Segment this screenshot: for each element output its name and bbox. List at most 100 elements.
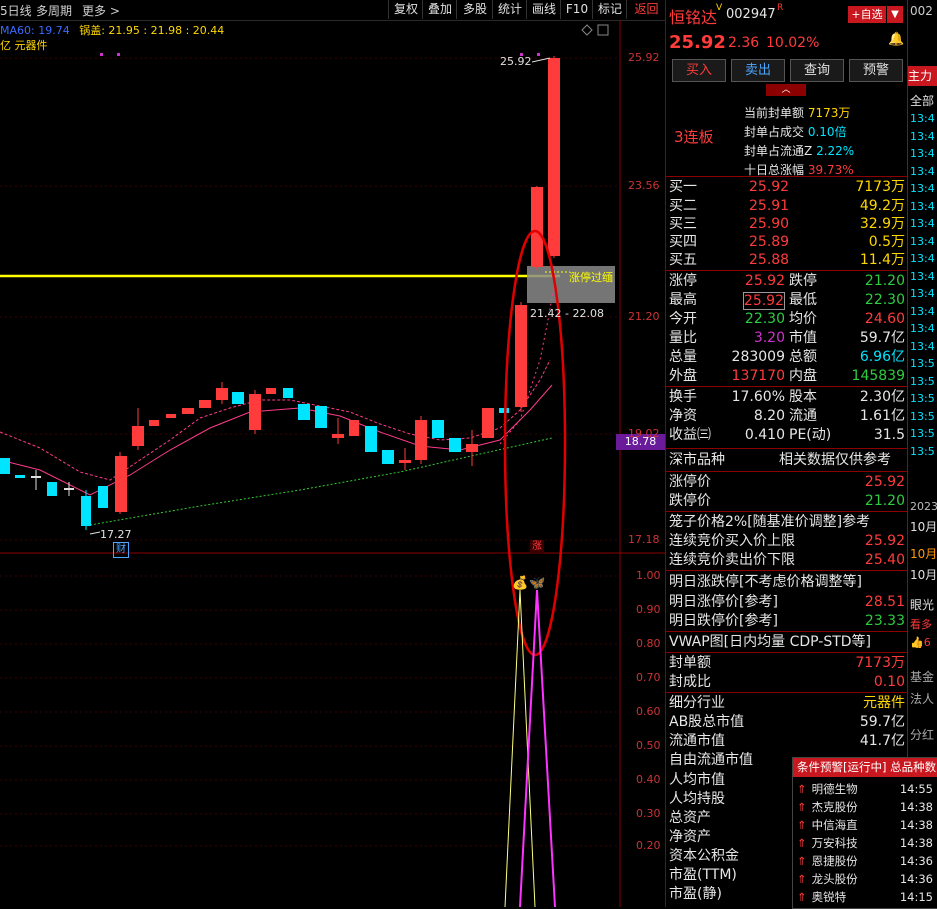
order-row: 买三 25.90 32.9万 (669, 216, 905, 232)
strip-eye: 眼光 (910, 598, 935, 612)
draw-line-button[interactable]: 画线 (526, 0, 561, 19)
vote-mark: V (716, 3, 723, 13)
alert-title: 条件预警[运行中] 总品种数 (793, 758, 937, 777)
stock-name: 恒铭达 (669, 8, 718, 27)
streak-label: 3连板 (674, 128, 714, 146)
stats-button[interactable]: 统计 (492, 0, 527, 19)
fundamental-row: 净资 8.20 流通 1.61亿 (669, 408, 905, 424)
alert-item[interactable]: ⇑ 中信海直 14:38 (797, 816, 935, 834)
add-watchlist-button[interactable]: +自选 (848, 6, 886, 23)
cage-row: 连续竞价卖出价下限 25.40 (669, 552, 905, 568)
limit-info: 当前封单额 7173万 封单占成交 0.10倍 封单占流通Z 2.22% 十日总… (744, 104, 854, 180)
chevron-down-icon[interactable]: ▼ (887, 6, 903, 23)
multi-period-button[interactable]: 多周期 (36, 2, 72, 19)
butterfly-icon: 🦋 (529, 576, 546, 591)
cap-row: 流通市值 41.7亿 (669, 733, 905, 749)
chart-toolbar: 5日线 多周期 更多 > 复权 叠加 多股 统计 画线 F10 标记 返回 (0, 0, 665, 21)
lower-tick-label: 0.20 (636, 839, 661, 852)
tomorrow-row: 明日跌停价[参考] 23.33 (669, 613, 905, 629)
strip-date: 10月 (910, 520, 937, 534)
tick-times: 13:4 13:4 13:4 13:4 13:4 13:4 13:4 13:4 13:4 13:4… (910, 112, 935, 458)
sell-button[interactable]: 卖出 (731, 59, 785, 82)
cap-row: AB股总市值 59.7亿 (669, 714, 905, 730)
up-arrow-icon: ⇑ (797, 854, 807, 868)
period-selector[interactable]: 5日线 (0, 2, 32, 19)
lower-tick-label: 0.80 (636, 637, 661, 650)
vwap-title[interactable]: VWAP图[日内均量 CDP-STD等] (669, 633, 905, 652)
kline-svg (0, 20, 665, 907)
up-arrow-icon: ⇑ (797, 782, 807, 796)
sector-label: 亿 元器件 (0, 39, 48, 52)
limit-info-row: 封单占流通Z 2.22% (744, 144, 855, 158)
seal-row: 封单额 7173万 (669, 655, 905, 671)
zhang-badge[interactable]: 涨 (530, 540, 544, 554)
quote-row: 总量 283009 总额 6.96亿 (669, 349, 905, 365)
main-force-tab[interactable]: 主力 (908, 66, 937, 86)
low-label: 17.27 (100, 528, 132, 541)
candles (0, 56, 560, 530)
order-row: 买五 25.88 11.4万 (669, 252, 905, 268)
y-tick-label: 23.56 (628, 179, 660, 192)
y-tick-label: 19.02 (628, 427, 660, 440)
tomorrow-title: 明日涨跌停[不考虑价格调整等] (669, 574, 862, 590)
return-button[interactable]: 返回 (626, 0, 666, 19)
limit-info-row: 封单占成交 0.10倍 (744, 125, 847, 139)
alert-item[interactable]: ⇑ 杰克股份 14:38 (797, 798, 935, 816)
kline-chart[interactable]: MA60: 19.74 锅盖: 21.95 : 21.98 : 20.44 亿 … (0, 20, 665, 907)
f10-button[interactable]: F10 (560, 0, 593, 19)
query-button[interactable]: 查询 (790, 59, 844, 82)
alert-item[interactable]: ⇑ 龙头股份 14:36 (797, 870, 935, 888)
strip-legal: 法人 (910, 692, 935, 706)
strip-see-more[interactable]: 看多 (910, 616, 932, 632)
limit-up-line-label: 涨停过缅 (569, 271, 613, 284)
y-tick-label: 25.92 (628, 51, 660, 64)
multi-stock-button[interactable]: 多股 (456, 0, 493, 19)
limit-price-row: 涨停价 25.92 (669, 474, 905, 490)
mark-button[interactable]: 标记 (592, 0, 627, 19)
fundamental-row: 收益㈢ 0.410 PE(动) 31.5 (669, 427, 905, 443)
fuquan-button[interactable]: 复权 (388, 0, 423, 19)
quote-row: 今开 22.30 均价 24.60 (669, 311, 905, 327)
limit-price-row: 跌停价 21.20 (669, 493, 905, 509)
up-arrow-icon: ⇑ (797, 836, 807, 850)
seal-row: 封成比 0.10 (669, 674, 905, 690)
condition-alert-popup[interactable]: 条件预警[运行中] 总品种数 ⇑ 明德生物 14:55 ⇑ 杰克股份 14:38 ⇑ 中信… (792, 757, 937, 909)
overlay-button[interactable]: 叠加 (422, 0, 457, 19)
lower-tick-label: 1.00 (636, 569, 661, 582)
lower-tick-label: 0.50 (636, 739, 661, 752)
alert-item[interactable]: ⇑ 万安科技 14:38 (797, 834, 935, 852)
strip-code: 002 (910, 4, 933, 18)
last-price: 25.92 (669, 32, 726, 53)
tomorrow-row: 明日涨停价[参考] 28.51 (669, 594, 905, 610)
up-arrow-icon: ⇑ (797, 818, 807, 832)
buy-button[interactable]: 买入 (672, 59, 726, 82)
limit-info-row: 当前封单额 7173万 (744, 106, 851, 120)
strip-year: 2023 (910, 500, 937, 513)
strip-dividend: 分红 (910, 728, 935, 742)
money-bag-icon: 💰 (512, 576, 529, 591)
more-button[interactable]: 更多 > (82, 2, 120, 19)
quote-row: 涨停 25.92 跌停 21.20 (669, 273, 905, 289)
cage-title: 笼子价格2%[随基准价调整]参考 (669, 514, 871, 530)
up-arrow-icon: ⇑ (797, 890, 807, 904)
quote-row: 最高 25.92 最低 22.30 (669, 292, 905, 310)
y-tick-label: 17.18 (628, 533, 660, 546)
quote-row: 量比 3.20 市值 59.7亿 (669, 330, 905, 346)
bell-icon[interactable]: 🔔 (888, 32, 904, 47)
range-label: 21.42 - 22.08 (530, 307, 604, 320)
thumb-icon[interactable]: 👍6 (910, 636, 931, 649)
alert-item[interactable]: ⇑ 明德生物 14:55 (797, 780, 935, 798)
strip-fund: 基金 (910, 670, 935, 684)
price-change: 2.36 (728, 35, 760, 51)
strip-date: 10月 (910, 547, 937, 561)
alert-button[interactable]: 预警 (849, 59, 903, 82)
market-header: 深市品种 相关数据仅供参考 (669, 452, 891, 468)
alert-item[interactable]: ⇑ 奥锐特 14:15 (797, 888, 935, 906)
collapse-icon[interactable]: ︿ (766, 84, 806, 96)
ma60-label: MA60: 19.74 (0, 24, 70, 37)
lower-tick-label: 0.70 (636, 671, 661, 684)
alert-item[interactable]: ⇑ 恩捷股份 14:36 (797, 852, 935, 870)
all-tab[interactable]: 全部 (910, 92, 934, 109)
cai-badge[interactable]: 财 (113, 542, 129, 558)
price-change-pct: 10.02% (766, 35, 820, 51)
